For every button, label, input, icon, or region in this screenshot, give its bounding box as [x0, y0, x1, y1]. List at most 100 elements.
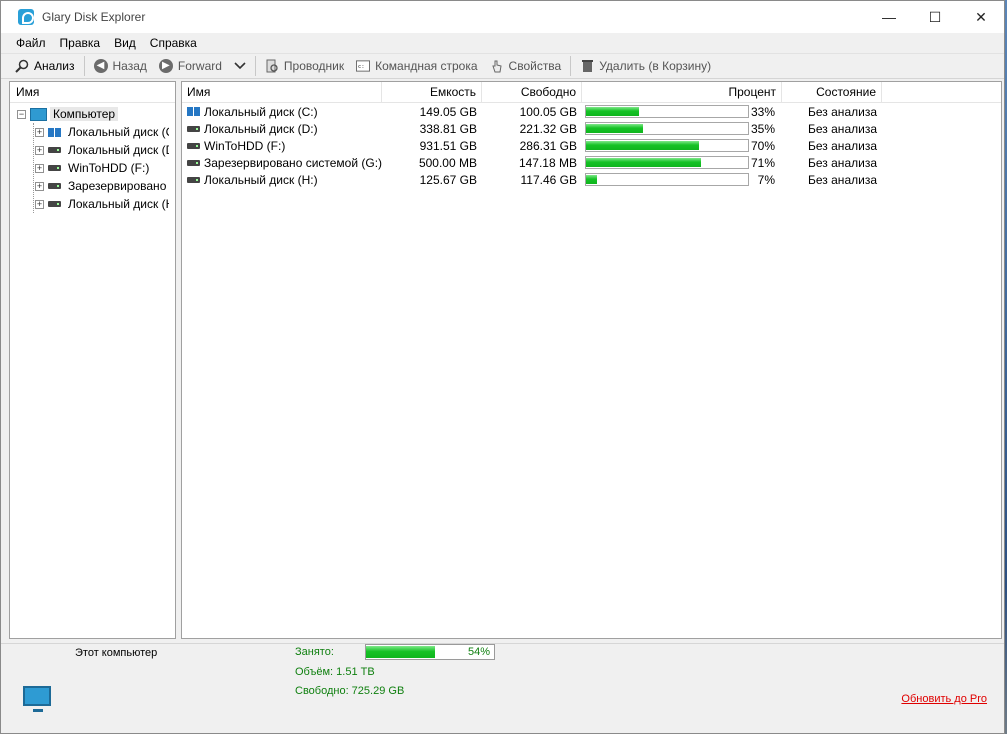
- back-button[interactable]: ◀ Назад: [88, 55, 153, 77]
- tree-item-drive-d[interactable]: + Локальный диск (D:): [10, 141, 175, 159]
- drive-free-space: 100.05 GB: [519, 104, 577, 119]
- forward-label: Forward: [177, 59, 222, 73]
- analysis-state: Без анализа: [808, 121, 877, 136]
- app-logo-icon: [18, 9, 34, 25]
- windows-drive-icon: [48, 127, 61, 137]
- analysis-state: Без анализа: [808, 155, 877, 170]
- menu-edit[interactable]: Правка: [53, 36, 108, 50]
- chevron-down-icon: [234, 59, 246, 73]
- tree-item-label: Компьютер: [50, 107, 119, 121]
- table-row[interactable]: WinToHDD (F:) 931.51 GB 286.31 GB 70% Без ан…: [182, 137, 1001, 154]
- drive-name-cell: Зарезервировано системой (G:): [182, 156, 382, 170]
- drive-icon: [48, 201, 61, 207]
- drive-name: WinToHDD (F:): [204, 138, 286, 153]
- terminal-icon: c:: [356, 59, 371, 73]
- folder-tree: − Компьютер + Локальный диск (C:) + Лока…: [10, 103, 175, 213]
- drive-icon: [187, 142, 200, 149]
- drive-free-space: 221.32 GB: [519, 121, 577, 136]
- column-header-state[interactable]: Состояние: [782, 82, 882, 103]
- menu-bar: Файл Правка Вид Справка: [1, 33, 1004, 53]
- computer-icon: [23, 686, 51, 712]
- computer-icon: [30, 107, 47, 121]
- tree-item-label: Локальный диск (H:): [68, 197, 169, 211]
- trash-icon: [580, 59, 594, 73]
- total-volume: Объём: 1.51 TB: [295, 666, 375, 678]
- drive-icon: [48, 147, 61, 153]
- window-controls: — ☐ ✕: [866, 1, 1004, 33]
- tree-item-drive-f[interactable]: + WinToHDD (F:): [10, 159, 175, 177]
- drive-free-space: 147.18 MB: [518, 155, 577, 170]
- tree-header: Имя: [10, 82, 175, 103]
- menu-file[interactable]: Файл: [9, 36, 53, 50]
- tree-item-label: Локальный диск (C:): [68, 125, 169, 139]
- expand-icon[interactable]: +: [35, 163, 44, 173]
- tree-item-label: WinToHDD (F:): [68, 161, 150, 175]
- menu-view[interactable]: Вид: [107, 36, 143, 50]
- command-line-button[interactable]: c: Командная строка: [350, 55, 483, 77]
- magnifier-icon: [15, 59, 29, 73]
- drive-free-space: 117.46 GB: [520, 172, 577, 187]
- forward-arrow-icon: ▶: [158, 59, 173, 73]
- table-row[interactable]: Локальный диск (D:) 338.81 GB 221.32 GB 35%…: [182, 120, 1001, 137]
- drive-name: Локальный диск (D:): [204, 121, 318, 136]
- usage-bar-fill: [586, 124, 643, 133]
- tree-item-computer[interactable]: − Компьютер: [10, 105, 175, 123]
- upgrade-to-pro-link[interactable]: Обновить до Pro: [901, 693, 987, 705]
- column-header-free[interactable]: Свободно: [482, 82, 582, 103]
- drive-capacity: 500.00 MB: [418, 155, 477, 170]
- tree-item-drive-g[interactable]: + Зарезервировано системой (G:): [10, 177, 175, 195]
- analyze-button[interactable]: Анализ: [9, 55, 81, 77]
- column-header-capacity[interactable]: Емкость: [382, 82, 482, 103]
- tree-item-drive-c[interactable]: + Локальный диск (C:): [10, 123, 175, 141]
- main-content: Имя − Компьютер + Локальный диск (C:) + …: [9, 81, 1002, 639]
- usage-bar: [585, 105, 749, 118]
- analysis-state: Без анализа: [808, 172, 877, 187]
- collapse-icon[interactable]: −: [17, 109, 26, 119]
- drive-percent-cell: 7%: [582, 173, 782, 187]
- drive-capacity: 338.81 GB: [419, 121, 477, 136]
- usage-bar-fill: [586, 141, 700, 150]
- tree-item-label: Локальный диск (D:): [68, 143, 169, 157]
- menu-help[interactable]: Справка: [143, 36, 204, 50]
- back-arrow-icon: ◀: [93, 59, 108, 73]
- table-row[interactable]: Зарезервировано системой (G:) 500.00 MB 14…: [182, 154, 1001, 171]
- tree-item-label: Зарезервировано системой (G:): [68, 179, 169, 193]
- drive-icon: [187, 125, 200, 132]
- toolbar-separator: [254, 56, 256, 76]
- properties-button[interactable]: Свойства: [484, 55, 568, 77]
- expand-icon[interactable]: +: [35, 145, 44, 155]
- explorer-button[interactable]: Проводник: [259, 55, 350, 77]
- command-line-label: Командная строка: [375, 59, 478, 73]
- usage-percent: 35%: [750, 121, 775, 136]
- delete-to-recycle-button[interactable]: Удалить (в Корзину): [574, 55, 717, 77]
- column-header-percent[interactable]: Процент: [582, 82, 782, 103]
- forward-button[interactable]: ▶ Forward: [153, 55, 228, 77]
- usage-bar-fill: [586, 158, 702, 167]
- analysis-state: Без анализа: [808, 104, 877, 119]
- toolbar: Анализ ◀ Назад ▶ Forward Проводник c: Ко…: [1, 53, 1004, 79]
- expand-icon[interactable]: +: [35, 199, 44, 209]
- table-row[interactable]: Локальный диск (H:) 125.67 GB 117.46 GB 7% Б…: [182, 171, 1001, 188]
- expand-icon[interactable]: +: [35, 127, 44, 137]
- close-button[interactable]: ✕: [958, 1, 1004, 33]
- forward-dropdown[interactable]: [228, 55, 252, 77]
- drive-icon: [187, 159, 200, 166]
- table-row[interactable]: Локальный диск (C:) 149.05 GB 100.05 GB 33%…: [182, 103, 1001, 120]
- tree-item-drive-h[interactable]: + Локальный диск (H:): [10, 195, 175, 213]
- minimize-button[interactable]: —: [866, 1, 912, 33]
- drive-name-cell: Локальный диск (H:): [182, 173, 382, 187]
- app-window: Glary Disk Explorer — ☐ ✕ Файл Правка Ви…: [0, 0, 1005, 734]
- drive-name: Локальный диск (H:): [204, 172, 318, 187]
- column-header-name[interactable]: Имя: [182, 82, 382, 103]
- windows-drive-icon: [187, 107, 200, 116]
- usage-bar-fill: [586, 175, 598, 184]
- expand-icon[interactable]: +: [35, 181, 44, 191]
- maximize-button[interactable]: ☐: [912, 1, 958, 33]
- explorer-label: Проводник: [283, 59, 345, 73]
- explorer-icon: [265, 59, 279, 73]
- total-free: Свободно: 725.29 GB: [295, 685, 405, 697]
- analysis-state: Без анализа: [808, 138, 877, 153]
- folder-tree-panel: Имя − Компьютер + Локальный диск (C:) + …: [9, 81, 176, 639]
- delete-label: Удалить (в Корзину): [599, 59, 712, 73]
- toolbar-separator: [83, 56, 85, 76]
